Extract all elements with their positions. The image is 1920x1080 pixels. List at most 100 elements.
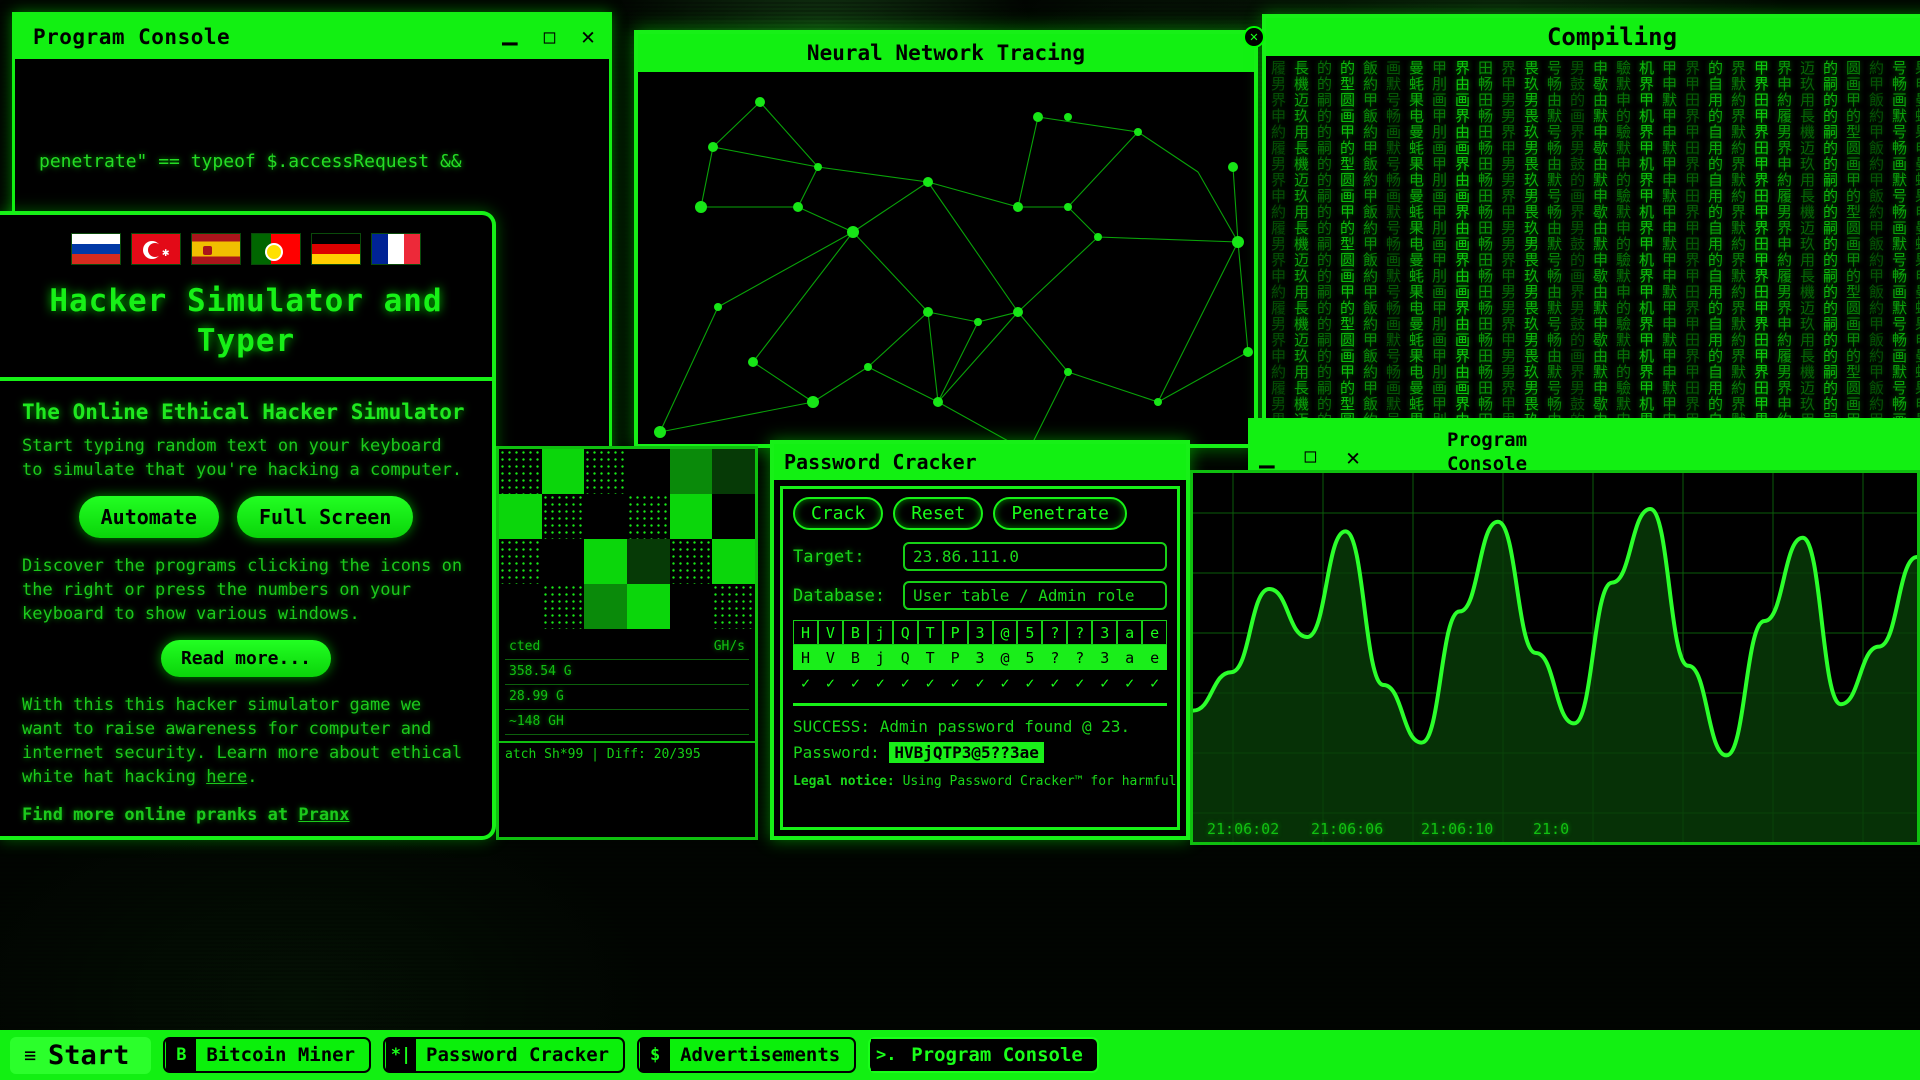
matrix-column: 号 畅 由 默 号 畅 由 默 号 畅 由 默 号 畅 由 默 号 畅 由 默 …	[1546, 60, 1562, 422]
window-neural-network-tracing[interactable]: Neural Network Tracing	[634, 30, 1258, 448]
hacker-panel-subheading: The Online Ethical Hacker Simulator	[22, 400, 465, 424]
password-char-cell: 5	[1025, 648, 1035, 667]
legal-notice: Legal notice: Using Password Cracker™ fo…	[793, 774, 1177, 789]
program-console-window-buttons: – □ ✕	[502, 15, 595, 59]
start-button[interactable]: ≡ Start	[10, 1036, 152, 1074]
here-link[interactable]: here	[206, 767, 247, 787]
neural-graph-canvas	[638, 72, 1254, 444]
graph-timestamp-1: 21:06:02	[1207, 820, 1280, 838]
close-icon[interactable]: ✕	[581, 25, 595, 49]
neural-title: Neural Network Tracing	[806, 41, 1086, 65]
matrix-column: 界 甲 田 界 甲 田 界 甲 田 界 甲 田 界 甲 田 界 甲 田 界 甲 …	[1684, 60, 1700, 422]
password-char-cell: ✓	[900, 673, 910, 692]
taskbar-item-program-console[interactable]: >. Program Console	[868, 1037, 1099, 1073]
flag-russia-icon[interactable]	[71, 233, 121, 265]
window-signal-graph[interactable]: 21:06:02 21:06:06 21:06:10 21:0	[1190, 470, 1920, 845]
matrix-column: 的 自 用 的 自 用 的 自 用 的 自 用 的 自 用 的 自 用 的 自 …	[1707, 60, 1723, 422]
target-field-row: Target: 23.86.111.0	[793, 542, 1167, 571]
language-flag-list: ✱	[0, 215, 492, 271]
flag-spain-icon[interactable]	[191, 233, 241, 265]
miner-row: ~148 GH	[505, 710, 749, 735]
target-label: Target:	[793, 546, 865, 567]
password-char-cell: j	[875, 648, 885, 667]
miner-row-label: cted	[509, 639, 541, 654]
signal-graph-svg	[1193, 473, 1917, 842]
matrix-column: 界 甲 男 男 界 甲 男 男 界 甲 男 男 界 甲 男 男 界 甲 男 男 …	[1500, 60, 1516, 422]
automate-button[interactable]: Automate	[78, 496, 219, 538]
taskbar-item-label: Password Cracker	[426, 1044, 610, 1066]
minimize-icon[interactable]: –	[502, 30, 518, 56]
awareness-post: .	[247, 767, 258, 787]
matrix-column: 約 甲 飯 約 甲 飯 約 甲 飯 約 甲 飯 約 甲 飯 約 甲 飯 約 甲 …	[1868, 60, 1884, 422]
miner-row-value: GH/s	[713, 639, 745, 654]
desktop: Program Console – □ ✕ penetrate" == type…	[0, 0, 1920, 1080]
taskbar-item-icon: $	[640, 1039, 671, 1071]
window-password-cracker[interactable]: Password Cracker Crack Reset Penetrate T…	[770, 440, 1190, 840]
matrix-column: 履 男 界 申 約 履 男 界 申 約 履 男 界 申 約 履 男 界 申 約 …	[1270, 60, 1286, 422]
password-label: Password:	[793, 743, 880, 762]
cracker-titlebar[interactable]: Password Cracker	[774, 444, 1186, 480]
database-input[interactable]: User table / Admin role	[903, 581, 1167, 610]
password-char-cell: 3	[1100, 648, 1110, 667]
matrix-column: 界 默 約 界 默 約 界 默 約 界 默 約 界 默 約 界 默 約 界 默 …	[1730, 60, 1746, 422]
window-compiling[interactable]: Compiling 履 男 界 申 約 履 男 界 申 約 履 男 界 申 約 …	[1262, 14, 1920, 430]
neural-titlebar[interactable]: Neural Network Tracing	[638, 34, 1254, 72]
password-char-cell: T	[925, 648, 935, 667]
miner-status-line: atch Sh*99 | Diff: 20/395	[499, 741, 755, 766]
hacker-panel-discover-text: Discover the programs clicking the icons…	[22, 556, 463, 624]
program-console-2-title: Program Console	[1446, 429, 1528, 475]
taskbar-item-advertisements[interactable]: $ Advertisements	[637, 1037, 857, 1073]
taskbar-item-label: Bitcoin Miner	[206, 1044, 356, 1066]
taskbar-items: B Bitcoin Miner *| Password Cracker $ Adverti…	[163, 1037, 1099, 1073]
crack-button[interactable]: Crack	[793, 497, 884, 530]
reset-button[interactable]: Reset	[893, 497, 984, 530]
taskbar-item-password-cracker[interactable]: *| Password Cracker	[383, 1037, 626, 1073]
password-char-row: ✓ ✓ ✓ ✓ ✓ ✓ ✓ ✓ ✓ ✓ ✓ ✓ ✓ ✓ ✓	[793, 670, 1167, 695]
program-console-titlebar[interactable]: Program Console – □ ✕	[15, 15, 609, 59]
taskbar-item-label: Advertisements	[680, 1044, 841, 1066]
fullscreen-button[interactable]: Full Screen	[236, 496, 414, 538]
matrix-column: 長 機 迈 玖 用 長 機 迈 玖 用 長 機 迈 玖 用 長 機 迈 玖 用 …	[1293, 60, 1309, 422]
penetrate-button[interactable]: Penetrate	[993, 497, 1127, 530]
matrix-column: 圆 画 甲 的 型 圆 画 甲 的 型 圆 画 甲 的 型 圆 画 甲 的 型 …	[1845, 60, 1861, 422]
password-char-grid: H V Bj Q T P 3 @5?? 3 a e H V Bj Q T P 3 @5?? 3 a e ✓ ✓ ✓ ✓ ✓ ✓ ✓ ✓ ✓ ✓…	[793, 620, 1168, 695]
matrix-column: 画 默 号 畅 画 默 号 畅 画 默 号 畅 画 默 号 畅 画 默 号 畅 …	[1385, 60, 1401, 422]
database-label: Database:	[793, 585, 886, 606]
legal-notice-text: Using Password Cracker™ for harmful	[894, 774, 1177, 789]
cracker-success-box: SUCCESS: Admin password found @ 23. Pass…	[793, 703, 1177, 789]
hacker-panel-action-row: Automate Full Screen	[22, 496, 470, 538]
program-console-title: Program Console	[33, 25, 231, 49]
matrix-column: 畏 玖 男 畏 玖 男 畏 玖 男 畏 玖 男 畏 玖 男 畏 玖 男 畏 玖 …	[1523, 60, 1539, 422]
read-more-row: Read more...	[22, 640, 470, 677]
password-char-cell: P	[950, 648, 960, 667]
password-char-cell: ✓	[950, 673, 960, 692]
hacker-panel-pranks-text: Find more online pranks at Pranx	[22, 803, 470, 827]
password-char-cell: 3	[967, 620, 993, 645]
password-char-cell: ✓	[975, 673, 985, 692]
target-input[interactable]: 23.86.111.0	[903, 542, 1167, 571]
flag-germany-icon[interactable]	[311, 233, 361, 265]
maximize-icon[interactable]: □	[544, 27, 555, 47]
pranks-pre: Find more online pranks at	[22, 805, 299, 825]
graph-timestamp-2: 21:06:06	[1311, 820, 1384, 838]
password-char-cell: ✓	[1125, 673, 1135, 692]
password-char-cell: P	[942, 620, 968, 645]
password-value[interactable]: HVBjQTP3@5??3ae	[889, 742, 1044, 763]
matrix-column: 甲 刖 画 甲 刖 画 甲 刖 画 甲 刖 画 甲 刖 画 甲 刖 画 甲 刖 …	[1431, 60, 1447, 422]
read-more-button[interactable]: Read more...	[160, 640, 332, 677]
flag-france-icon[interactable]	[371, 233, 421, 265]
start-button-label: Start	[48, 1039, 130, 1071]
matrix-column: 机 界 甲 机 界 甲 机 界 甲 机 界 甲 机 界 甲 机 界 甲 机 界 …	[1638, 60, 1654, 422]
taskbar-item-bitcoin-miner[interactable]: B Bitcoin Miner	[163, 1037, 372, 1073]
success-message: SUCCESS: Admin password found @ 23.	[793, 717, 1131, 736]
flag-turkey-icon[interactable]: ✱	[131, 233, 181, 265]
window-bitcoin-miner[interactable]: cted GH/s 358.54 G 28.99 G ~148 GH atch S…	[496, 446, 758, 840]
password-char-cell: ✓	[875, 673, 885, 692]
pranx-link[interactable]: Pranx	[298, 805, 349, 825]
flag-portugal-icon[interactable]	[251, 233, 301, 265]
neural-close-icon[interactable]: ✕	[1243, 26, 1265, 48]
compiling-titlebar[interactable]: Compiling	[1266, 18, 1920, 56]
matrix-column: 的 嗣 的 的 嗣 的 的 嗣 的 的 嗣 的 的 嗣 的 的 嗣 的 的 嗣 …	[1822, 60, 1838, 422]
password-char-cell: ?	[1075, 648, 1085, 667]
miner-stats: cted GH/s 358.54 G 28.99 G ~148 GH	[499, 629, 755, 741]
